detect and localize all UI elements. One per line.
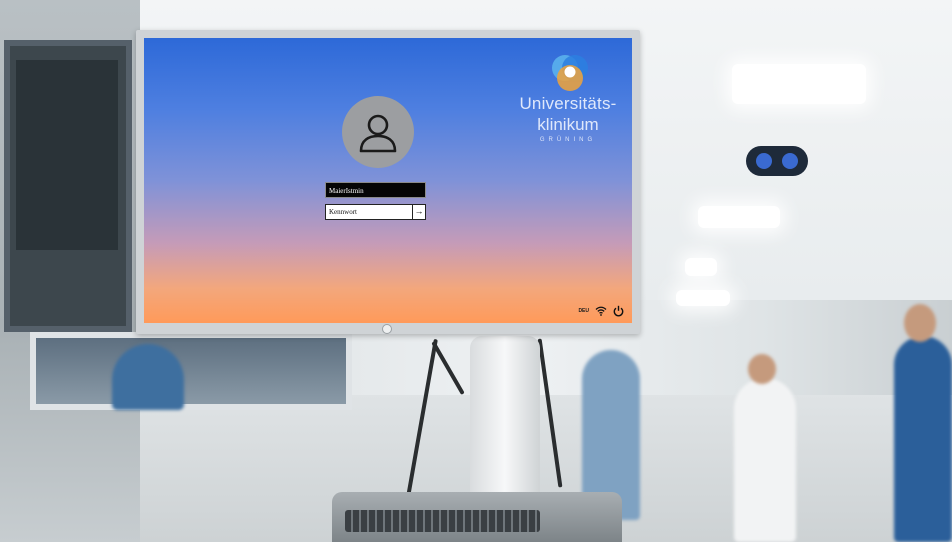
person-head — [748, 354, 776, 384]
person — [734, 378, 796, 542]
system-tray: DEU — [578, 305, 624, 317]
ceiling-light — [698, 206, 780, 228]
monitor-arm — [470, 336, 540, 506]
monitor-power-led[interactable] — [382, 324, 392, 334]
person-head — [904, 304, 936, 342]
power-icon[interactable] — [613, 305, 624, 317]
submit-arrow-button[interactable]: → — [413, 204, 426, 220]
brand-wordmark: Universitäts- klinikum GRÜNING — [514, 94, 622, 143]
brand-line-2: klinikum — [537, 115, 599, 134]
hospital-logo-icon — [552, 55, 588, 91]
wall-monitor — [4, 40, 132, 332]
user-avatar-icon — [342, 96, 414, 168]
ceiling-light — [732, 64, 866, 104]
cart-keyboard — [345, 510, 540, 532]
ceiling-light — [676, 290, 730, 306]
brand-line-1: Universitäts- — [519, 94, 617, 113]
username-field[interactable]: MaierIstmin — [325, 182, 426, 198]
ceiling-light — [685, 258, 717, 276]
monitor: MaierIstmin Kennwort → Universitäts- kli… — [136, 30, 640, 334]
cable — [431, 341, 465, 395]
window — [30, 332, 352, 410]
ceiling-camera — [746, 146, 808, 176]
person — [894, 336, 952, 542]
brand-line-3: GRÜNING — [539, 137, 597, 143]
wifi-icon[interactable] — [595, 306, 607, 316]
password-row: Kennwort → — [325, 204, 426, 220]
login-screen: MaierIstmin Kennwort → Universitäts- kli… — [144, 38, 632, 323]
password-field[interactable]: Kennwort — [325, 204, 413, 220]
person — [112, 344, 184, 410]
language-indicator[interactable]: DEU — [578, 308, 589, 314]
